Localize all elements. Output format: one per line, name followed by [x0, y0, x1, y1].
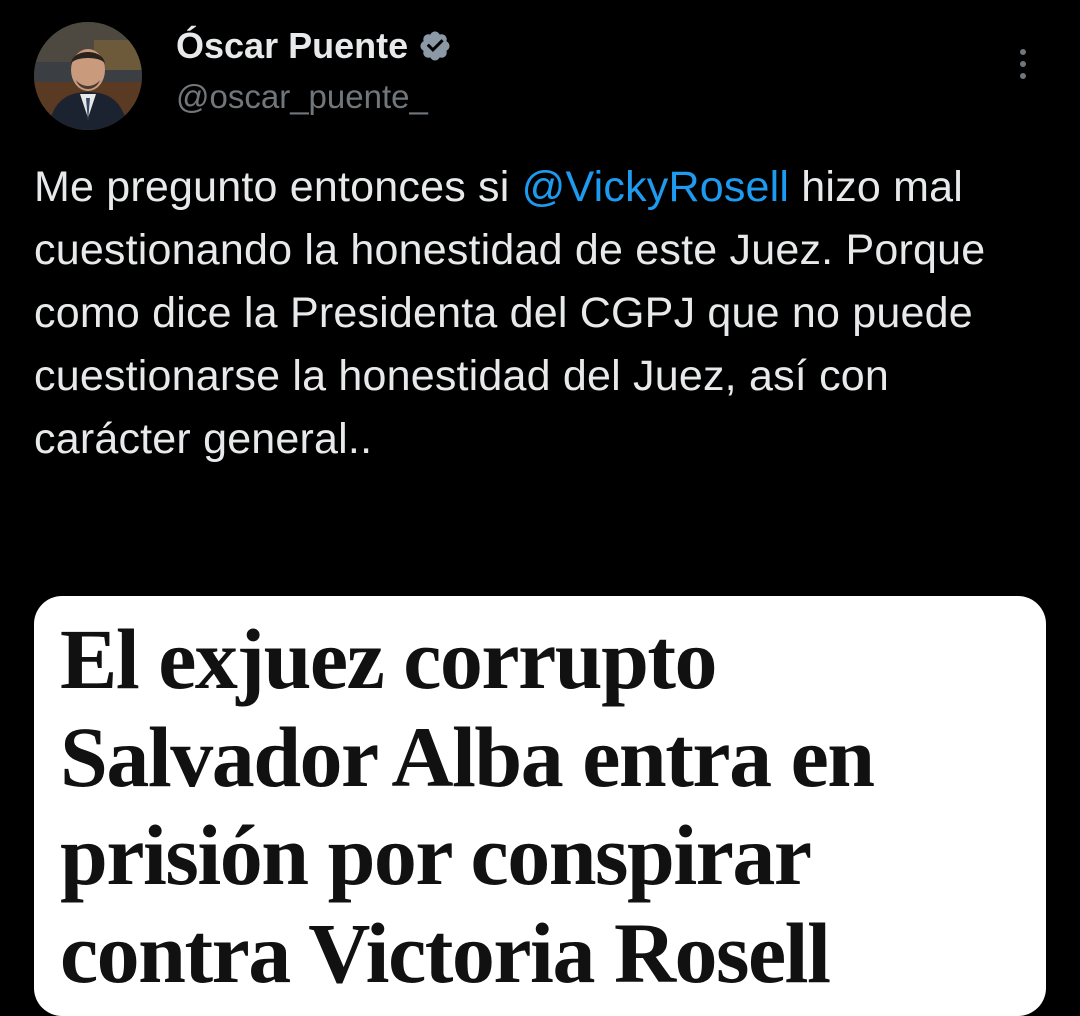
tweet: Óscar Puente @oscar_puente_ Me pregunto … — [0, 0, 1080, 1016]
headline-line: Salvador Alba entra en — [60, 709, 875, 805]
tweet-text-start: Me pregunto entonces si — [34, 163, 522, 211]
more-dot — [1020, 49, 1026, 55]
more-dot — [1020, 73, 1026, 79]
author-name-row[interactable]: Óscar Puente — [176, 24, 452, 68]
mention-link[interactable]: @VickyRosell — [522, 163, 790, 211]
author-name[interactable]: Óscar Puente — [176, 25, 408, 67]
headline-line: El exjuez corrupto — [60, 611, 718, 707]
more-options-icon[interactable] — [1005, 40, 1041, 88]
more-dot — [1020, 61, 1026, 67]
tweet-text: Me pregunto entonces si @VickyRosell hiz… — [34, 156, 1044, 471]
news-headline: El exjuez corrupto Salvador Alba entra e… — [60, 610, 1040, 1002]
author-handle[interactable]: @oscar_puente_ — [176, 78, 428, 116]
headline-line: contra Victoria Rosell — [60, 905, 831, 1001]
tweet-media-image[interactable]: El exjuez corrupto Salvador Alba entra e… — [34, 596, 1046, 1016]
headline-line: prisión por conspirar — [60, 807, 812, 903]
avatar-photo-icon — [34, 22, 142, 130]
verified-badge-icon — [418, 29, 452, 63]
author-avatar[interactable] — [34, 22, 142, 130]
